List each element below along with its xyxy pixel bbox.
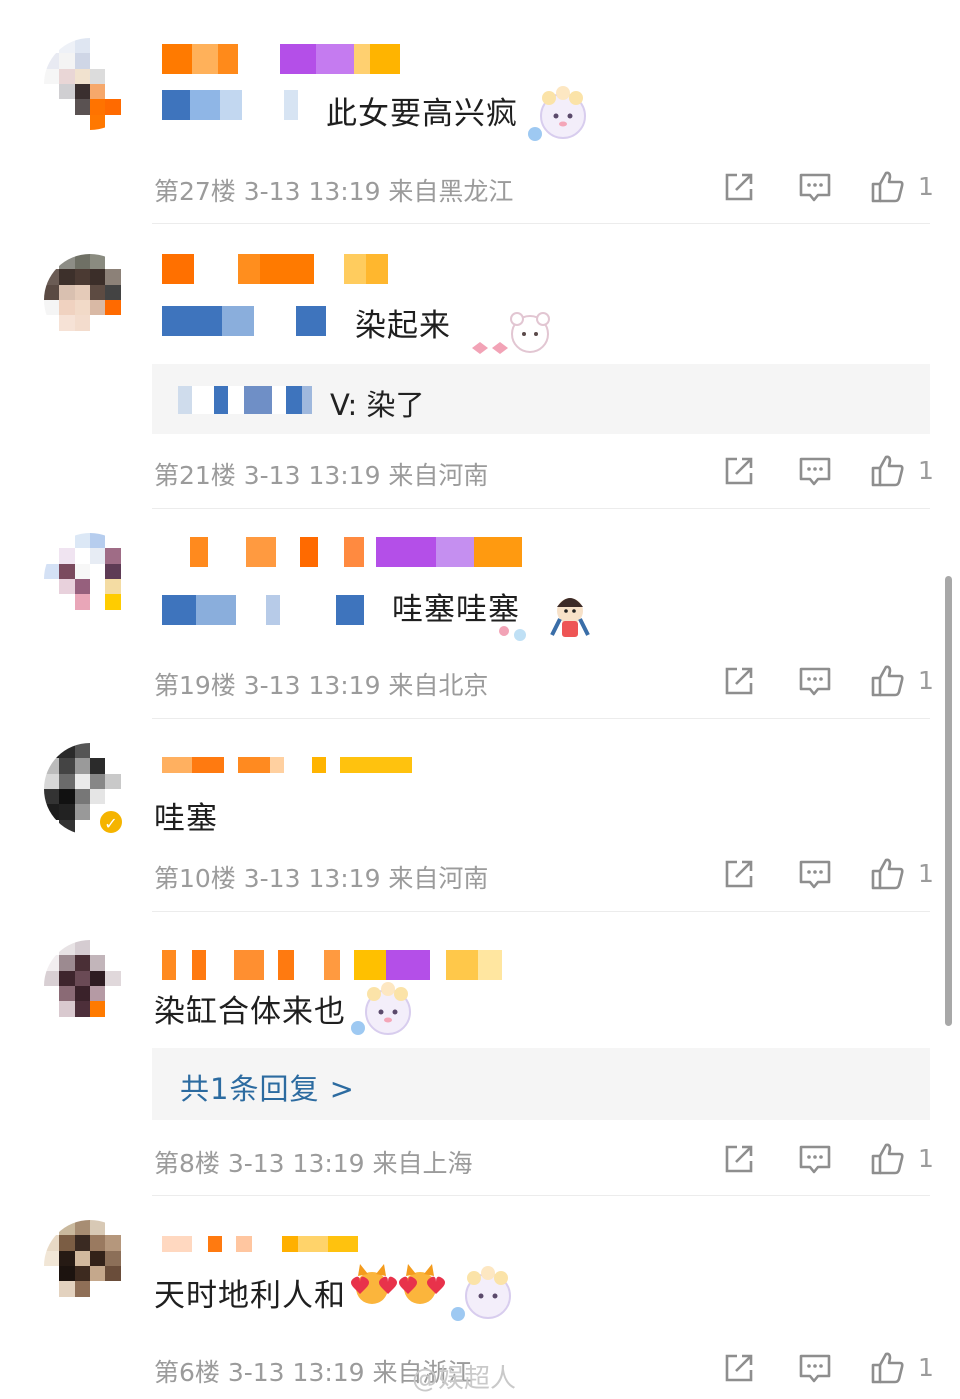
share-icon[interactable] bbox=[722, 1142, 756, 1176]
watermark: @娱超人 bbox=[412, 1364, 517, 1394]
scrollbar[interactable] bbox=[945, 576, 952, 1026]
avatar[interactable] bbox=[44, 1220, 136, 1312]
share-icon[interactable] bbox=[722, 170, 756, 204]
cat-hearts-sticker bbox=[351, 1264, 511, 1321]
comment-list: 此女要高兴疯 第27楼 3-13 13:19 来自黑龙江 1 染起来 V: 染了… bbox=[0, 0, 960, 1399]
comment-actions: 1 bbox=[722, 1142, 934, 1176]
comment-text: 染缸合体来也 bbox=[154, 994, 346, 1030]
cute-sheep-sticker bbox=[351, 982, 411, 1035]
comment-meta: 第27楼 3-13 13:19 来自黑龙江 bbox=[154, 177, 514, 206]
like-count: 1 bbox=[918, 172, 934, 201]
username-redacted bbox=[162, 90, 298, 120]
like-count: 1 bbox=[918, 859, 934, 888]
comment-icon[interactable] bbox=[798, 454, 832, 488]
comment-actions: 1 bbox=[722, 170, 934, 204]
avatar[interactable] bbox=[44, 940, 136, 1032]
avatar[interactable] bbox=[44, 254, 136, 346]
quoted-reply[interactable]: V: 染了 bbox=[152, 364, 930, 434]
like-button[interactable]: 1 bbox=[870, 1142, 934, 1176]
comment-item: 此女要高兴疯 第27楼 3-13 13:19 来自黑龙江 1 bbox=[0, 0, 945, 224]
username-redacted[interactable] bbox=[162, 537, 522, 567]
like-count: 1 bbox=[918, 666, 934, 695]
share-icon[interactable] bbox=[722, 857, 756, 891]
username-redacted bbox=[162, 595, 364, 625]
avatar[interactable] bbox=[44, 533, 136, 625]
like-button[interactable]: 1 bbox=[870, 170, 934, 204]
comment-item: 染缸合体来也 共1条回复 > 第8楼 3-13 13:19 来自上海 1 bbox=[0, 912, 945, 1196]
comment-icon[interactable] bbox=[798, 857, 832, 891]
share-icon[interactable] bbox=[722, 664, 756, 698]
username-redacted[interactable] bbox=[162, 757, 412, 773]
comment-item: 染起来 V: 染了 第21楼 3-13 13:19 来自河南 1 bbox=[0, 224, 945, 509]
like-button[interactable]: 1 bbox=[870, 664, 934, 698]
view-replies-box[interactable]: 共1条回复 > bbox=[152, 1048, 930, 1120]
comment-actions: 1 bbox=[722, 1351, 934, 1385]
username-redacted[interactable] bbox=[162, 44, 400, 74]
comment-icon[interactable] bbox=[798, 1142, 832, 1176]
like-button[interactable]: 1 bbox=[870, 454, 934, 488]
comment-meta: 第10楼 3-13 13:19 来自河南 bbox=[154, 864, 489, 893]
verified-badge-icon: ✓ bbox=[98, 809, 124, 835]
thumbs-up-icon bbox=[871, 1352, 904, 1384]
share-icon[interactable] bbox=[722, 1351, 756, 1385]
comment-icon[interactable] bbox=[798, 170, 832, 204]
bear-sticker bbox=[472, 312, 550, 354]
thumbs-up-icon bbox=[871, 455, 904, 487]
thumbs-up-icon bbox=[871, 665, 904, 697]
comment-meta: 第21楼 3-13 13:19 来自河南 bbox=[154, 461, 489, 490]
comment-item: 哇塞哇塞 第19楼 3-13 13:19 来自北京 1 bbox=[0, 509, 945, 719]
comment-text: 天时地利人和 bbox=[154, 1278, 346, 1314]
thumbs-up-icon bbox=[871, 1143, 904, 1175]
comment-text: 哇塞 bbox=[154, 801, 218, 837]
view-replies-link[interactable]: 共1条回复 > bbox=[180, 1066, 355, 1108]
comment-actions: 1 bbox=[722, 664, 934, 698]
like-button[interactable]: 1 bbox=[870, 857, 934, 891]
comment-text: 染起来 bbox=[355, 308, 451, 344]
avatar[interactable] bbox=[44, 38, 136, 130]
comment-icon[interactable] bbox=[798, 664, 832, 698]
like-button[interactable]: 1 bbox=[870, 1351, 934, 1385]
username-redacted[interactable] bbox=[162, 1236, 358, 1252]
comment-meta: 第8楼 3-13 13:19 来自上海 bbox=[154, 1149, 473, 1178]
like-count: 1 bbox=[918, 456, 934, 485]
share-icon[interactable] bbox=[722, 454, 756, 488]
username-redacted bbox=[162, 306, 348, 336]
like-count: 1 bbox=[918, 1144, 934, 1173]
cute-sheep-sticker bbox=[528, 86, 586, 141]
comment-icon[interactable] bbox=[798, 1351, 832, 1385]
comment-meta: 第19楼 3-13 13:19 来自北京 bbox=[154, 671, 489, 700]
comment-actions: 1 bbox=[722, 857, 934, 891]
quoted-reply-text: V: 染了 bbox=[330, 388, 425, 422]
username-redacted[interactable] bbox=[162, 254, 388, 284]
username-redacted[interactable] bbox=[162, 950, 502, 980]
like-count: 1 bbox=[918, 1353, 934, 1382]
thumbs-up-icon bbox=[871, 171, 904, 203]
reply-author-redacted bbox=[178, 386, 312, 414]
thumbs-up-icon bbox=[871, 858, 904, 890]
comment-text: 此女要高兴疯 bbox=[326, 96, 518, 132]
comment-item: ✓ 哇塞 第10楼 3-13 13:19 来自河南 1 bbox=[0, 719, 945, 912]
comment-actions: 1 bbox=[722, 454, 934, 488]
cartoon-character-sticker bbox=[499, 598, 590, 641]
